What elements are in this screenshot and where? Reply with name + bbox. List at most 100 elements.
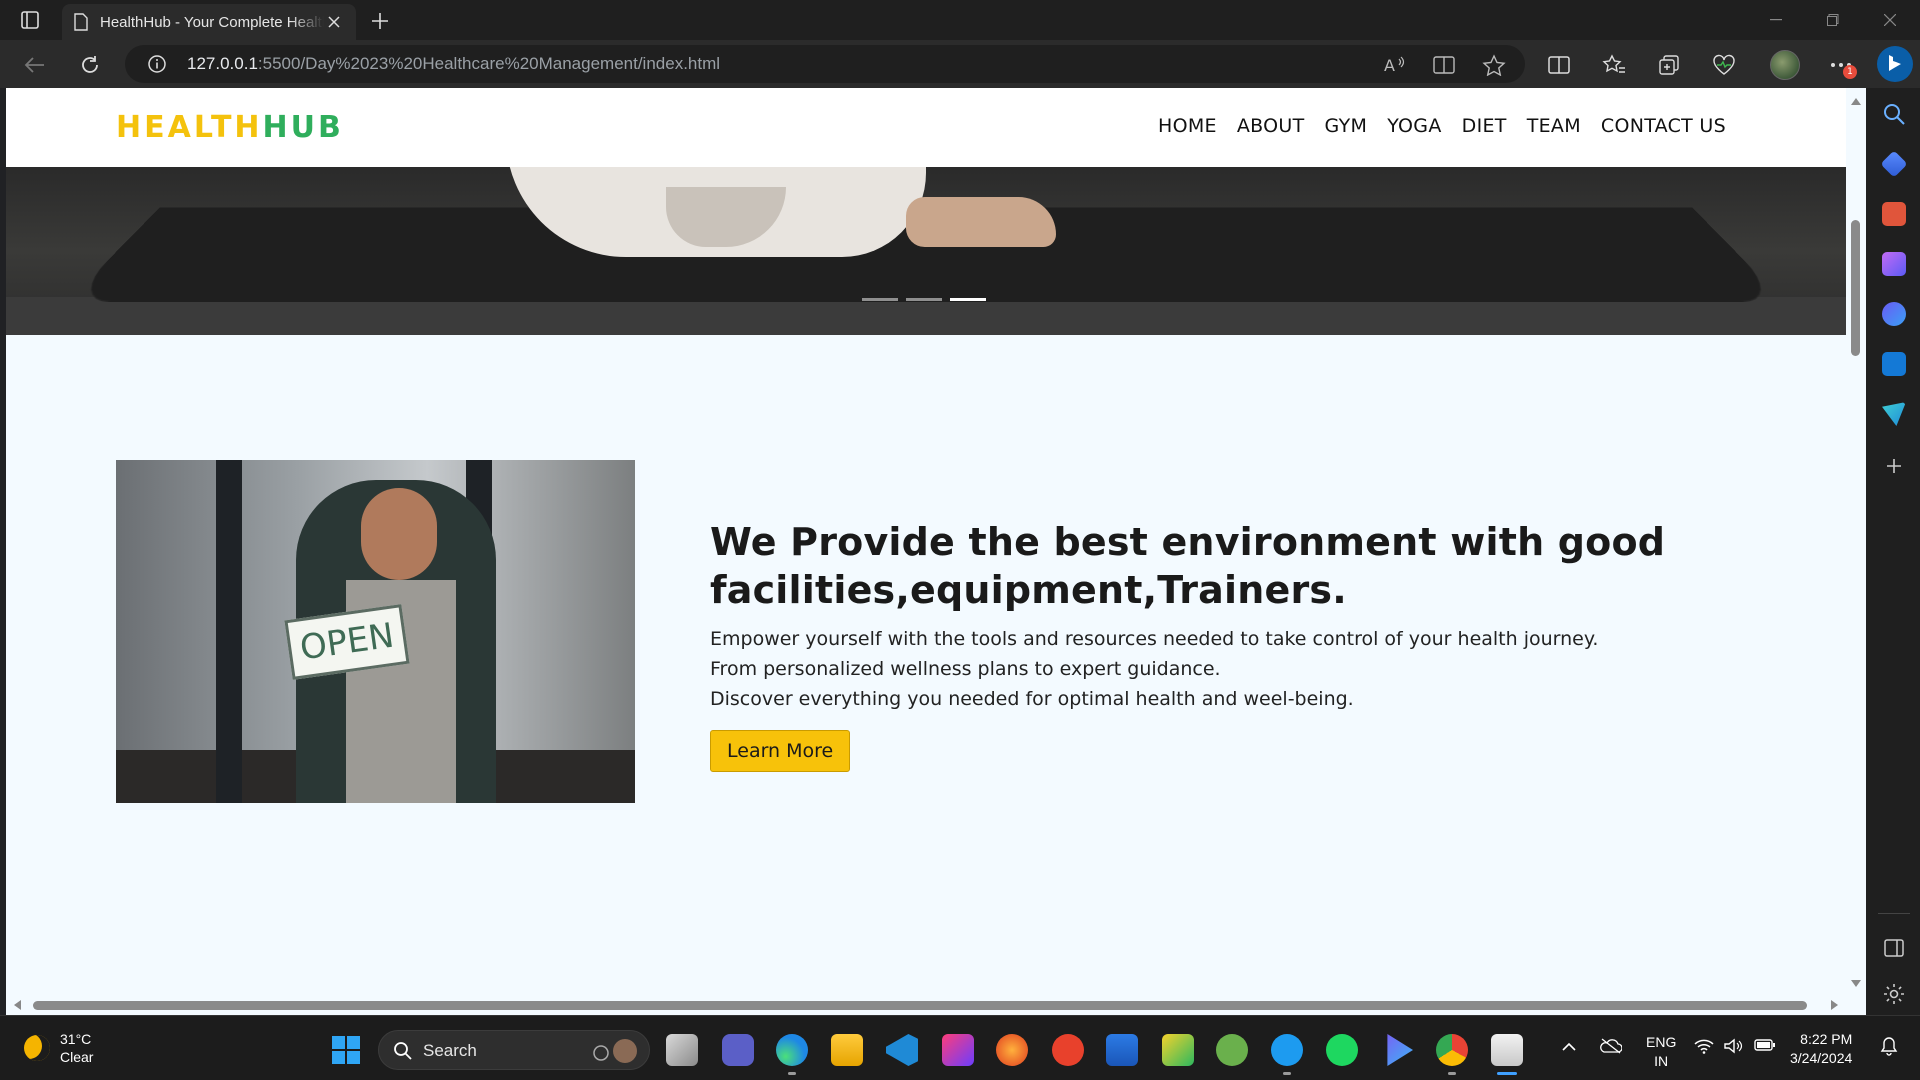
refresh-icon[interactable]	[75, 50, 105, 80]
web-page: HEALTHHUB HOME ABOUT GYM YOGA DIET TEAM …	[6, 88, 1846, 1015]
back-icon[interactable]	[20, 50, 50, 80]
taskbar-search[interactable]: Search	[378, 1030, 650, 1070]
page-icon	[74, 13, 88, 31]
windows-taskbar: 31°C Clear Search ENG IN 8:22 PM 3/24/2024	[0, 1015, 1920, 1080]
horizontal-scroll-thumb[interactable]	[33, 1001, 1807, 1010]
vertical-scrollbar[interactable]	[1846, 88, 1866, 1015]
weather-widget[interactable]: 31°C Clear	[24, 1030, 93, 1066]
minimize-icon[interactable]	[1756, 6, 1796, 34]
clock-date: 3/24/2024	[1790, 1050, 1853, 1066]
intellij-icon[interactable]	[942, 1034, 974, 1066]
carousel-indicator-2[interactable]	[906, 298, 942, 301]
language-indicator[interactable]: ENG IN	[1646, 1033, 1676, 1071]
notification-badge: 1	[1843, 65, 1857, 79]
about-line-3: Discover everything you needed for optim…	[710, 688, 1354, 710]
microsoft-365-icon[interactable]	[1882, 302, 1906, 326]
collections-icon[interactable]	[1656, 52, 1682, 78]
tools-briefcase-icon[interactable]	[1882, 202, 1906, 226]
close-tab-icon[interactable]	[324, 12, 344, 32]
about-paragraph: Empower yourself with the tools and reso…	[710, 624, 1760, 714]
weather-desc: Clear	[60, 1049, 94, 1065]
vertical-scroll-thumb[interactable]	[1851, 220, 1860, 356]
open-sign-text: OPEN	[297, 615, 397, 669]
carousel-indicator-3[interactable]	[950, 298, 986, 301]
about-heading: We Provide the best environment with goo…	[710, 520, 1666, 612]
task-view-icon[interactable]	[666, 1034, 698, 1066]
vscode-icon[interactable]	[886, 1034, 918, 1066]
carousel-indicators	[862, 298, 986, 301]
horizontal-scrollbar[interactable]	[6, 995, 1846, 1015]
chrome-icon[interactable]	[1436, 1034, 1468, 1075]
system-clock[interactable]: 8:22 PM 3/24/2024	[1790, 1030, 1852, 1068]
site-header: HEALTHHUB HOME ABOUT GYM YOGA DIET TEAM …	[6, 88, 1846, 167]
search-label: Search	[423, 1041, 477, 1060]
wifi-icon[interactable]	[1694, 1038, 1714, 1059]
address-bar[interactable]: 127.0.0.1:5500/Day%2023%20Healthcare%20M…	[125, 45, 1525, 83]
notifications-bell-icon[interactable]	[1880, 1036, 1898, 1061]
search-highlight-icon	[593, 1039, 637, 1063]
nav-about[interactable]: ABOUT	[1237, 115, 1305, 137]
site-logo[interactable]: HEALTHHUB	[116, 110, 344, 145]
microsoft-store-icon[interactable]	[1106, 1034, 1138, 1066]
svg-text:A: A	[1384, 56, 1395, 75]
favorite-star-icon[interactable]	[1482, 54, 1506, 76]
spring-tool-icon[interactable]	[1216, 1034, 1248, 1066]
new-tab-icon[interactable]	[368, 9, 392, 33]
close-window-icon[interactable]	[1870, 6, 1910, 34]
teams-icon[interactable]	[722, 1034, 754, 1066]
hide-sidebar-icon[interactable]	[1882, 936, 1906, 960]
windows-start-icon[interactable]	[332, 1036, 360, 1064]
hero-hand	[906, 197, 1056, 247]
immersive-reader-icon[interactable]	[1432, 54, 1456, 76]
nav-gym[interactable]: GYM	[1325, 115, 1368, 137]
search-icon	[394, 1042, 412, 1060]
favorites-icon[interactable]	[1601, 52, 1627, 78]
profile-avatar[interactable]	[1770, 50, 1800, 80]
carousel-indicator-1[interactable]	[862, 298, 898, 301]
sidebar-settings-gear-icon[interactable]	[1882, 982, 1906, 1006]
nav-home[interactable]: HOME	[1158, 115, 1217, 137]
games-icon[interactable]	[1882, 252, 1906, 276]
tab-actions-icon[interactable]	[18, 9, 42, 31]
wps-office-icon[interactable]	[1052, 1034, 1084, 1066]
site-info-icon[interactable]	[147, 54, 167, 74]
split-screen-icon[interactable]	[1546, 52, 1572, 78]
browser-tab[interactable]: HealthHub - Your Complete Health	[62, 4, 356, 40]
url-text[interactable]: 127.0.0.1:5500/Day%2023%20Healthcare%20M…	[187, 54, 720, 74]
excel-tool-icon[interactable]	[1162, 1034, 1194, 1066]
learn-more-button[interactable]: Learn More	[710, 730, 851, 772]
scroll-right-arrow-icon[interactable]	[1831, 1000, 1838, 1010]
clipchamp-icon[interactable]	[1387, 1034, 1413, 1066]
add-sidebar-app-icon[interactable]	[1882, 454, 1906, 478]
spotify-icon[interactable]	[1326, 1034, 1358, 1066]
gym-rack-pole	[216, 460, 242, 803]
onedrive-offline-icon[interactable]	[1600, 1038, 1623, 1059]
scroll-left-arrow-icon[interactable]	[14, 1000, 21, 1010]
restore-icon[interactable]	[1813, 6, 1853, 34]
scroll-down-arrow-icon[interactable]	[1851, 980, 1861, 987]
copilot-icon[interactable]	[1877, 46, 1913, 82]
browser-title-bar: HealthHub - Your Complete Health	[0, 0, 1920, 40]
nav-diet[interactable]: DIET	[1462, 115, 1507, 137]
search-icon[interactable]	[1882, 102, 1906, 126]
drop-icon[interactable]	[1882, 402, 1906, 426]
firefox-icon[interactable]	[996, 1034, 1028, 1066]
snipping-tool-icon[interactable]	[1491, 1034, 1523, 1075]
nav-team[interactable]: TEAM	[1527, 115, 1581, 137]
scroll-up-arrow-icon[interactable]	[1851, 98, 1861, 105]
region-code: IN	[1654, 1053, 1669, 1069]
nav-yoga[interactable]: YOGA	[1387, 115, 1441, 137]
skype-icon[interactable]	[1271, 1034, 1303, 1075]
browser-essentials-icon[interactable]	[1711, 52, 1737, 78]
battery-icon[interactable]	[1754, 1038, 1776, 1057]
shopping-tag-icon[interactable]	[1880, 150, 1908, 178]
outlook-icon[interactable]	[1882, 352, 1906, 376]
hero-carousel	[6, 167, 1846, 335]
edge-sidebar	[1866, 88, 1920, 1015]
edge-icon[interactable]	[776, 1034, 808, 1075]
read-aloud-icon[interactable]: A	[1382, 54, 1406, 76]
volume-icon[interactable]	[1723, 1038, 1743, 1059]
nav-contact-us[interactable]: CONTACT US	[1601, 115, 1726, 137]
show-hidden-icons-icon[interactable]	[1562, 1038, 1576, 1056]
file-explorer-icon[interactable]	[831, 1034, 863, 1066]
